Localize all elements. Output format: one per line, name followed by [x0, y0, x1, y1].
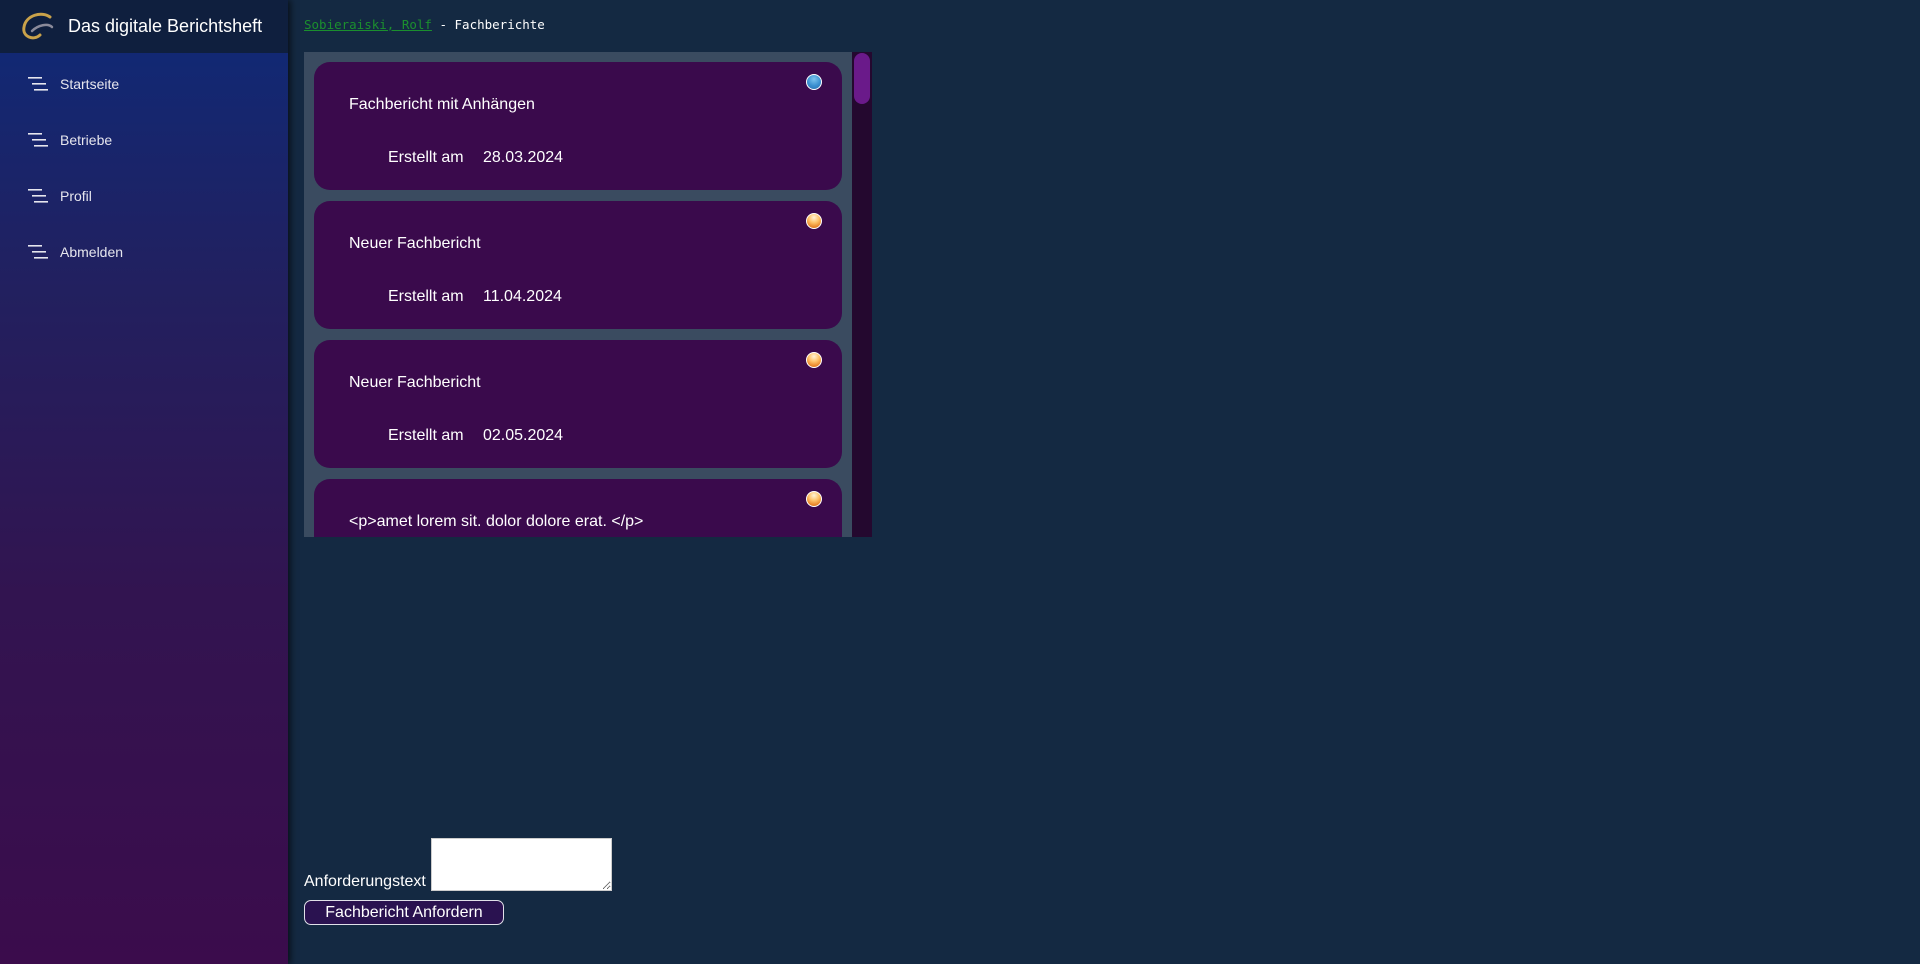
- request-text-input[interactable]: [430, 838, 612, 891]
- report-title: Neuer Fachbericht: [349, 235, 481, 252]
- sidebar-item-label: Betriebe: [60, 132, 113, 148]
- created-date: 02.05.2024: [483, 427, 564, 444]
- created-date: 11.04.2024: [483, 288, 562, 305]
- sidebar: Das digitale Berichtsheft Startseite Bet…: [0, 0, 288, 964]
- status-dot-icon: [806, 352, 822, 368]
- breadcrumb-user-link[interactable]: Sobieraiski, Rolf: [304, 17, 432, 32]
- sidebar-nav: Startseite Betriebe Profil Abmelden: [0, 53, 288, 280]
- status-dot-icon: [806, 491, 822, 507]
- request-report-button[interactable]: Fachbericht Anfordern: [304, 900, 504, 925]
- created-label: Erstellt am: [388, 427, 464, 444]
- breadcrumb-separator: -: [431, 17, 455, 32]
- sidebar-item-label: Abmelden: [60, 244, 124, 260]
- report-card[interactable]: Neuer Fachbericht Erstellt am 02.05.2024: [314, 340, 842, 468]
- request-form: Anforderungstext: [304, 838, 612, 891]
- menu-lines-icon: [28, 77, 48, 91]
- sidebar-item-abmelden[interactable]: Abmelden: [0, 224, 288, 280]
- app-logo-icon: [22, 12, 54, 39]
- report-card[interactable]: <p>amet lorem sit. dolor dolore erat. </…: [314, 479, 842, 537]
- app-title: Das digitale Berichtsheft: [68, 16, 263, 36]
- scrollbar[interactable]: [852, 52, 872, 537]
- menu-lines-icon: [28, 189, 48, 203]
- report-card[interactable]: Neuer Fachbericht Erstellt am 11.04.2024: [314, 201, 842, 329]
- report-card[interactable]: Fachbericht mit Anhängen Erstellt am 28.…: [314, 62, 842, 190]
- status-dot-icon: [806, 213, 822, 229]
- brand-header: Das digitale Berichtsheft: [0, 0, 288, 53]
- breadcrumb: Sobieraiski, Rolf - Fachberichte: [304, 17, 545, 32]
- created-date: 28.03.2024: [483, 149, 564, 166]
- report-title: Fachbericht mit Anhängen: [349, 96, 535, 113]
- sidebar-item-profil[interactable]: Profil: [0, 168, 288, 224]
- report-list: Fachbericht mit Anhängen Erstellt am 28.…: [304, 52, 852, 537]
- breadcrumb-page: Fachberichte: [454, 17, 545, 32]
- created-label: Erstellt am: [388, 288, 464, 305]
- report-list-panel: Fachbericht mit Anhängen Erstellt am 28.…: [304, 52, 872, 537]
- status-dot-icon: [806, 74, 822, 90]
- created-label: Erstellt am: [388, 149, 464, 166]
- sidebar-item-startseite[interactable]: Startseite: [0, 56, 288, 112]
- sidebar-item-label: Profil: [60, 188, 92, 204]
- menu-lines-icon: [28, 245, 48, 259]
- request-text-label: Anforderungstext: [304, 873, 426, 890]
- sidebar-item-label: Startseite: [60, 76, 120, 92]
- menu-lines-icon: [28, 133, 48, 147]
- scrollbar-thumb[interactable]: [854, 53, 870, 104]
- report-title: <p>amet lorem sit. dolor dolore erat. </…: [349, 513, 644, 530]
- sidebar-item-betriebe[interactable]: Betriebe: [0, 112, 288, 168]
- report-title: Neuer Fachbericht: [349, 374, 481, 391]
